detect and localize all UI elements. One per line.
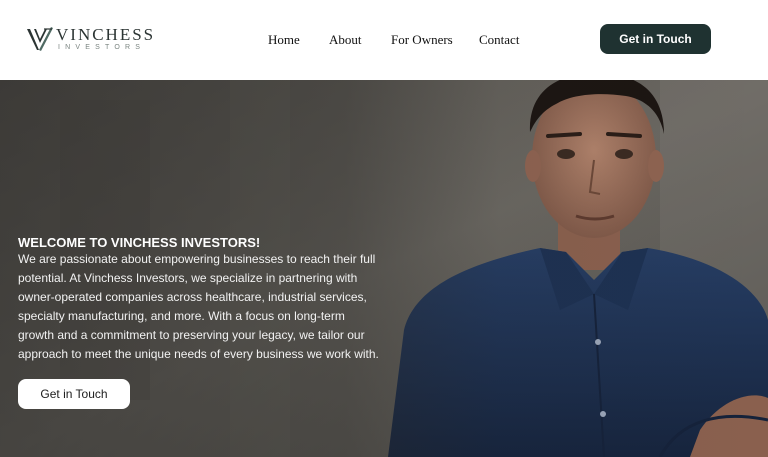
brand-logo[interactable]: VINCHESS INVESTORS (25, 24, 153, 56)
hero-title: WELCOME TO VINCHESS INVESTORS! (18, 234, 261, 250)
hero-description-line: growth and a commitment to preserving yo… (18, 328, 365, 342)
nav-about-link[interactable]: About (329, 32, 362, 48)
hero-description-line: potential. At Vinchess Investors, we spe… (18, 271, 358, 285)
header-get-in-touch-button[interactable]: Get in Touch (600, 24, 711, 54)
hero-description: We are passionate about empowering busin… (18, 250, 382, 364)
nav-for-owners-link[interactable]: For Owners (391, 32, 453, 48)
nav-contact-link[interactable]: Contact (479, 32, 519, 48)
brand-name: VINCHESS (56, 25, 156, 44)
hero-get-in-touch-button[interactable]: Get in Touch (18, 379, 130, 409)
hero-section: WELCOME TO VINCHESS INVESTORS! We are pa… (0, 80, 768, 457)
hero-description-line: We are passionate about empowering busin… (18, 252, 376, 266)
nav-home-link[interactable]: Home (268, 32, 300, 48)
brand-subtitle: INVESTORS (58, 44, 146, 51)
hero-description-line: approach to meet the unique needs of eve… (18, 347, 379, 361)
hero-description-line: owner-operated companies across healthca… (18, 290, 367, 304)
hero-description-line: specialty manufacturing, and more. With … (18, 309, 345, 323)
site-header: VINCHESS INVESTORS Home About For Owners… (0, 0, 768, 80)
v-monogram-icon (27, 27, 53, 51)
